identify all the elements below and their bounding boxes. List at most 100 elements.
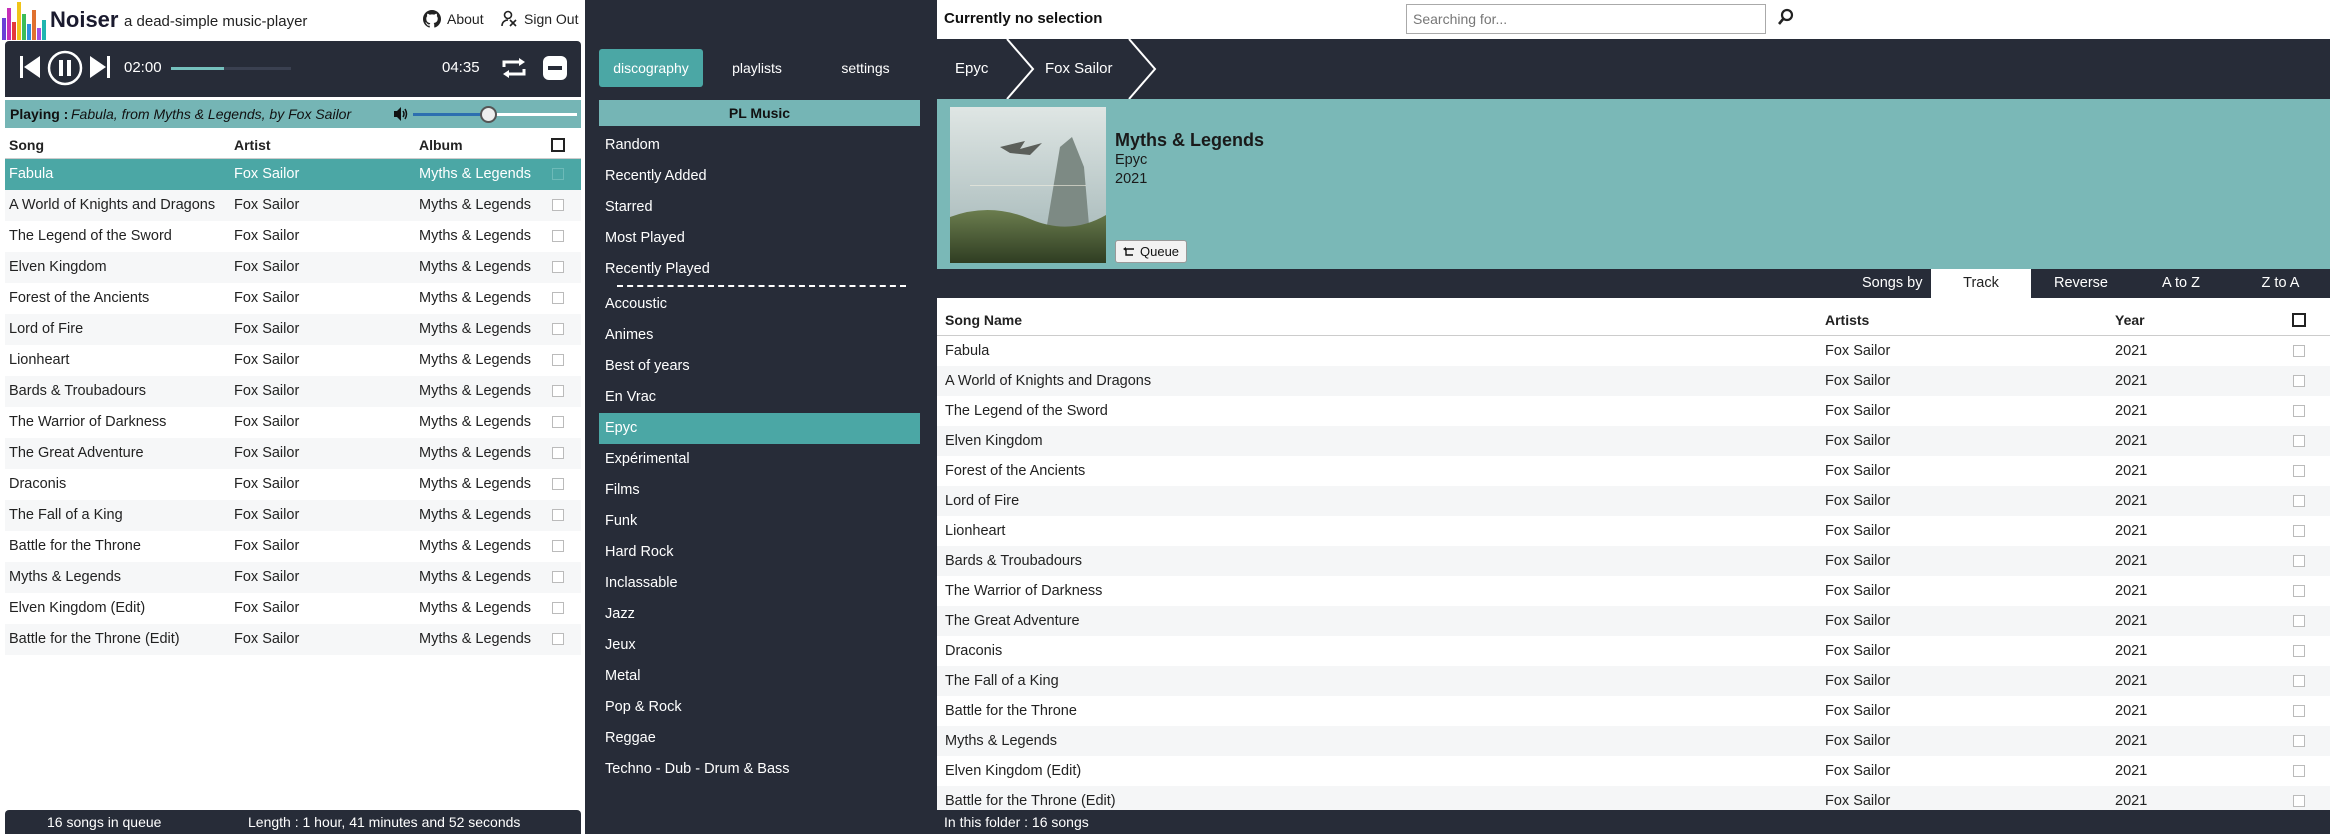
column-header-artists[interactable]: Artists <box>1825 312 1869 328</box>
folder-item[interactable]: Metal <box>599 661 920 692</box>
row-checkbox[interactable] <box>552 354 564 366</box>
queue-row[interactable]: Elven Kingdom Fox Sailor Myths & Legends <box>5 252 581 283</box>
song-row[interactable]: Forest of the Ancients Fox Sailor 2021 <box>937 456 2330 486</box>
queue-row[interactable]: Forest of the Ancients Fox Sailor Myths & … <box>5 283 581 314</box>
row-checkbox[interactable] <box>2293 645 2305 657</box>
row-checkbox[interactable] <box>552 571 564 583</box>
queue-row[interactable]: Fabula Fox Sailor Myths & Legends <box>5 159 581 190</box>
folder-item[interactable]: Expérimental <box>599 444 920 475</box>
sort-option[interactable]: Z to A <box>2231 269 2330 298</box>
row-checkbox[interactable] <box>552 199 564 211</box>
row-checkbox[interactable] <box>2293 735 2305 747</box>
row-checkbox[interactable] <box>552 385 564 397</box>
album-artist[interactable]: Epyc <box>1115 152 1147 168</box>
song-row[interactable]: A World of Knights and Dragons Fox Sailor… <box>937 366 2330 396</box>
previous-icon[interactable] <box>19 55 41 79</box>
row-checkbox[interactable] <box>552 509 564 521</box>
queue-row[interactable]: Bards & Troubadours Fox Sailor Myths & Leg… <box>5 376 581 407</box>
queue-row[interactable]: Battle for the Throne Fox Sailor Myths & L… <box>5 531 581 562</box>
queue-row[interactable]: Draconis Fox Sailor Myths & Legends <box>5 469 581 500</box>
folder-item[interactable]: Accoustic <box>599 289 920 320</box>
song-row[interactable]: Draconis Fox Sailor 2021 <box>937 636 2330 666</box>
pause-icon[interactable] <box>47 50 83 86</box>
smart-list-item[interactable]: Recently Played <box>599 254 920 285</box>
row-checkbox[interactable] <box>2293 795 2305 807</box>
row-checkbox[interactable] <box>552 602 564 614</box>
tab-discography[interactable]: discography <box>599 49 703 87</box>
queue-row[interactable]: Lionheart Fox Sailor Myths & Legends <box>5 345 581 376</box>
smart-list-item[interactable]: Most Played <box>599 223 920 254</box>
folder-item[interactable]: Techno - Dub - Drum & Bass <box>599 754 920 785</box>
column-header-album[interactable]: Album <box>419 137 463 153</box>
row-checkbox[interactable] <box>552 292 564 304</box>
row-checkbox[interactable] <box>2293 585 2305 597</box>
search-icon[interactable] <box>1777 8 1795 26</box>
folder-item[interactable]: En Vrac <box>599 382 920 413</box>
select-all-checkbox[interactable] <box>551 138 565 152</box>
row-checkbox[interactable] <box>552 633 564 645</box>
song-row[interactable]: The Fall of a King Fox Sailor 2021 <box>937 666 2330 696</box>
column-header-song-name[interactable]: Song Name <box>945 312 1022 328</box>
folder-item[interactable]: Animes <box>599 320 920 351</box>
queue-row[interactable]: The Warrior of Darkness Fox Sailor Myths &… <box>5 407 581 438</box>
row-checkbox[interactable] <box>2293 345 2305 357</box>
row-checkbox[interactable] <box>2293 405 2305 417</box>
folder-item[interactable]: Funk <box>599 506 920 537</box>
song-row[interactable]: Lord of Fire Fox Sailor 2021 <box>937 486 2330 516</box>
stop-icon[interactable] <box>542 55 568 81</box>
song-row[interactable]: The Legend of the Sword Fox Sailor 2021 <box>937 396 2330 426</box>
queue-row[interactable]: The Legend of the Sword Fox Sailor Myths &… <box>5 221 581 252</box>
column-header-year[interactable]: Year <box>2115 312 2145 328</box>
queue-row[interactable]: Battle for the Throne (Edit) Fox Sailor My… <box>5 624 581 655</box>
row-checkbox[interactable] <box>552 540 564 552</box>
queue-row[interactable]: Elven Kingdom (Edit) Fox Sailor Myths & Le… <box>5 593 581 624</box>
folder-item[interactable]: Epyc <box>599 413 920 444</box>
folder-item[interactable]: Pop & Rock <box>599 692 920 723</box>
row-checkbox[interactable] <box>2293 495 2305 507</box>
sort-option[interactable]: Reverse <box>2031 269 2131 298</box>
volume-slider[interactable] <box>413 106 577 123</box>
row-checkbox[interactable] <box>2293 375 2305 387</box>
song-row[interactable]: The Great Adventure Fox Sailor 2021 <box>937 606 2330 636</box>
row-checkbox[interactable] <box>2293 765 2305 777</box>
smart-list-item[interactable]: Random <box>599 130 920 161</box>
song-row[interactable]: Bards & Troubadours Fox Sailor 2021 <box>937 546 2330 576</box>
breadcrumb-item[interactable]: Epyc <box>955 39 988 99</box>
signout-link[interactable]: Sign Out <box>500 10 578 28</box>
song-row[interactable]: The Warrior of Darkness Fox Sailor 2021 <box>937 576 2330 606</box>
song-row[interactable]: Lionheart Fox Sailor 2021 <box>937 516 2330 546</box>
row-checkbox[interactable] <box>2293 435 2305 447</box>
song-row[interactable]: Elven Kingdom (Edit) Fox Sailor 2021 <box>937 756 2330 786</box>
folder-item[interactable]: Hard Rock <box>599 537 920 568</box>
tab-settings[interactable]: settings <box>811 49 920 87</box>
row-checkbox[interactable] <box>552 168 564 180</box>
song-row[interactable]: Fabula Fox Sailor 2021 <box>937 336 2330 366</box>
row-checkbox[interactable] <box>552 447 564 459</box>
row-checkbox[interactable] <box>2293 465 2305 477</box>
breadcrumb-item[interactable]: Fox Sailor <box>1045 39 1113 99</box>
song-row[interactable]: Elven Kingdom Fox Sailor 2021 <box>937 426 2330 456</box>
song-row[interactable]: Battle for the Throne Fox Sailor 2021 <box>937 696 2330 726</box>
queue-row[interactable]: A World of Knights and Dragons Fox Sailor… <box>5 190 581 221</box>
row-checkbox[interactable] <box>2293 705 2305 717</box>
volume-icon[interactable] <box>393 106 409 122</box>
row-checkbox[interactable] <box>552 230 564 242</box>
column-header-song[interactable]: Song <box>9 137 44 153</box>
column-header-artist[interactable]: Artist <box>234 137 271 153</box>
folder-item[interactable]: Films <box>599 475 920 506</box>
select-all-songs-checkbox[interactable] <box>2292 313 2306 327</box>
queue-row[interactable]: The Fall of a King Fox Sailor Myths & Lege… <box>5 500 581 531</box>
next-icon[interactable] <box>89 55 111 79</box>
search-input[interactable] <box>1406 4 1766 34</box>
folder-item[interactable]: Inclassable <box>599 568 920 599</box>
queue-button[interactable]: Queue <box>1115 240 1188 263</box>
row-checkbox[interactable] <box>552 323 564 335</box>
tab-playlists[interactable]: playlists <box>713 49 801 87</box>
row-checkbox[interactable] <box>2293 675 2305 687</box>
row-checkbox[interactable] <box>2293 525 2305 537</box>
progress-bar[interactable] <box>171 67 291 70</box>
row-checkbox[interactable] <box>552 416 564 428</box>
folder-item[interactable]: Jazz <box>599 599 920 630</box>
song-row[interactable]: Battle for the Throne (Edit) Fox Sailor 20… <box>937 786 2330 810</box>
queue-row[interactable]: Myths & Legends Fox Sailor Myths & Legends <box>5 562 581 593</box>
